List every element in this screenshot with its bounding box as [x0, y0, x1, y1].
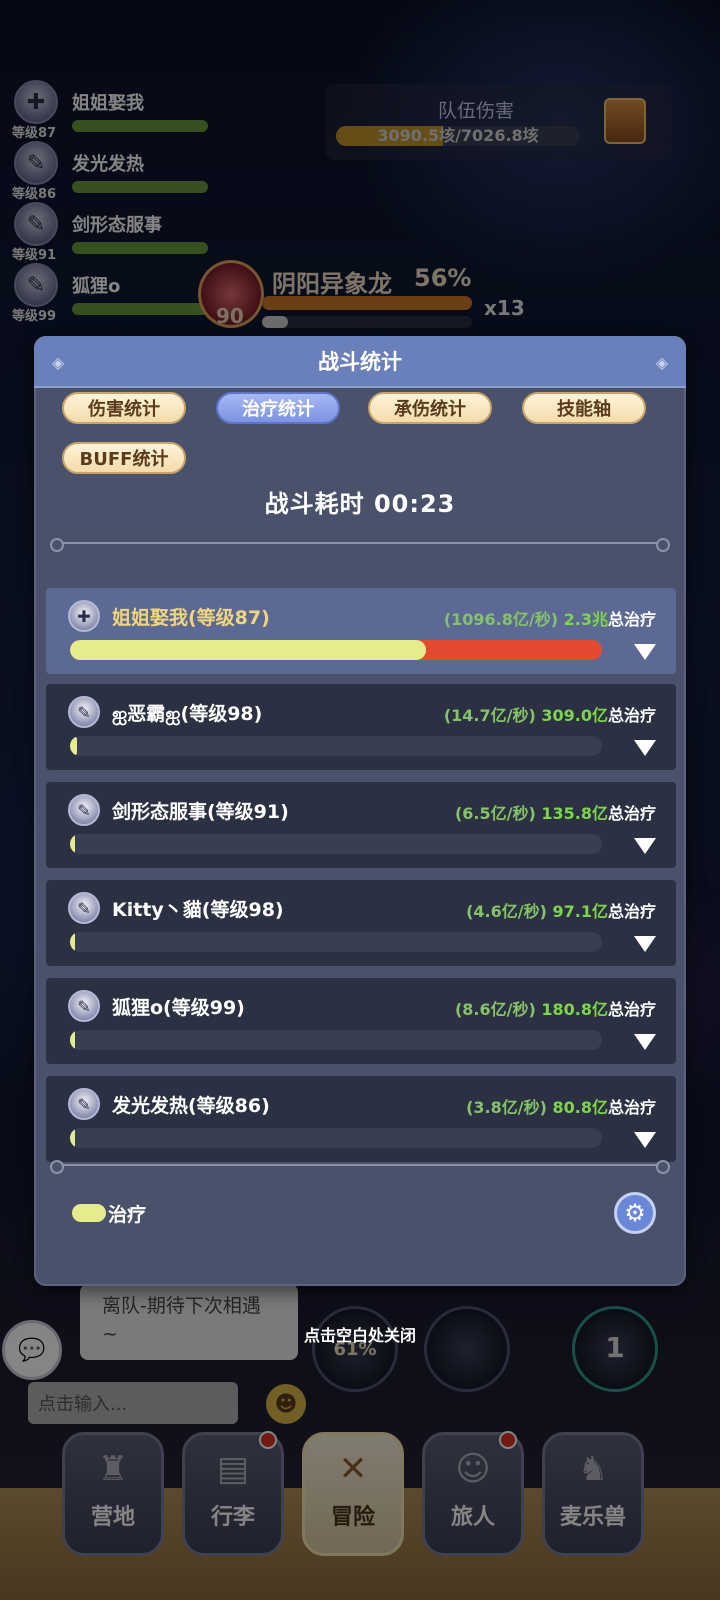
heal-rate: (14.7亿/秒) [443, 706, 536, 725]
diamond-ornament-icon: ◈ [655, 352, 669, 372]
cross-shield-icon: ✚ [68, 600, 100, 632]
heal-stat-row[interactable]: ✚ 姐姐娶我(等级87) (1096.8亿/秒) 2.3兆总治疗 [46, 588, 676, 674]
heal-bar [70, 932, 602, 952]
heal-stat: (3.8亿/秒) 80.8亿总治疗 [466, 1094, 656, 1118]
dialog-title: 战斗统计 [318, 350, 402, 374]
expand-arrow-icon[interactable] [634, 740, 656, 756]
tab-heal-stats[interactable]: 治疗统计 [216, 392, 340, 424]
staff-icon: ✎ [68, 1088, 100, 1120]
heal-total-suffix: 总治疗 [607, 1098, 656, 1117]
heal-bar-fill [70, 736, 77, 756]
legend-heal-label: 治疗 [108, 1204, 147, 1226]
heal-stat-row[interactable]: ✎ 狐狸o(等级99) (8.6亿/秒) 180.8亿总治疗 [46, 978, 676, 1064]
heal-rate: (4.6亿/秒) [466, 902, 547, 921]
expand-arrow-icon[interactable] [634, 936, 656, 952]
heal-stat: (8.6亿/秒) 180.8亿总治疗 [455, 996, 656, 1020]
tab-damage-stats[interactable]: 伤害统计 [62, 392, 186, 424]
staff-icon: ✎ [68, 696, 100, 728]
heal-total: 135.8亿 [541, 804, 608, 823]
tab-buff-stats[interactable]: BUFF统计 [62, 442, 186, 474]
heal-rate: (6.5亿/秒) [454, 804, 536, 823]
heal-total: 97.1亿 [552, 902, 608, 921]
expand-arrow-icon[interactable] [634, 1132, 656, 1148]
legend-heal-swatch [72, 1204, 106, 1222]
dialog-header: ◈ 战斗统计 ◈ [34, 336, 686, 388]
player-name: 狐狸o(等级99) [112, 997, 245, 1019]
battle-duration-label: 战斗耗时 [264, 490, 365, 518]
heal-bar-fill [70, 834, 76, 854]
player-name: 发光发热(等级86) [112, 1095, 270, 1117]
heal-stat-row[interactable]: ✎ ஐ恶霸ஐ(等级98) (14.7亿/秒) 309.0亿总治疗 [46, 684, 676, 770]
player-name: 剑形态服事(等级91) [112, 801, 289, 823]
heal-stat: (1096.8亿/秒) 2.3兆总治疗 [444, 606, 656, 630]
heal-bar-fill [70, 1030, 76, 1050]
heal-rate: (1096.8亿/秒) [443, 610, 559, 629]
heal-bar-fill [70, 1128, 76, 1148]
heal-stat-row[interactable]: ✎ 发光发热(等级86) (3.8亿/秒) 80.8亿总治疗 [46, 1076, 676, 1162]
heal-total-suffix: 总治疗 [607, 610, 656, 629]
player-name: Kitty丶貓(等级98) [112, 899, 284, 921]
expand-arrow-icon[interactable] [634, 644, 656, 660]
heal-bar [70, 640, 602, 660]
battle-duration-value: 00:23 [373, 490, 456, 518]
heal-total: 80.8亿 [552, 1098, 608, 1117]
close-hint: 点击空白处关闭 [303, 1326, 416, 1345]
heal-bar [70, 736, 602, 756]
heal-bar [70, 1128, 602, 1148]
heal-stat-row[interactable]: ✎ Kitty丶貓(等级98) (4.6亿/秒) 97.1亿总治疗 [46, 880, 676, 966]
staff-icon: ✎ [68, 892, 100, 924]
heal-bar [70, 1030, 602, 1050]
heal-total: 309.0亿 [541, 706, 608, 725]
battle-duration: 战斗耗时 00:23 [34, 484, 686, 519]
heal-total-suffix: 总治疗 [607, 706, 656, 725]
divider [50, 538, 670, 552]
expand-arrow-icon[interactable] [634, 838, 656, 854]
player-name: 姐姐娶我(等级87) [112, 607, 270, 629]
gear-icon[interactable]: ⚙ [614, 1192, 656, 1234]
staff-icon: ✎ [68, 990, 100, 1022]
staff-icon: ✎ [68, 794, 100, 826]
heal-bar-fill [70, 640, 427, 660]
tab-skill-timeline[interactable]: 技能轴 [522, 392, 646, 424]
heal-bar [70, 834, 602, 854]
heal-total: 180.8亿 [541, 1000, 608, 1019]
heal-stat: (4.6亿/秒) 97.1亿总治疗 [466, 898, 656, 922]
heal-total: 2.3兆 [563, 610, 608, 629]
heal-rate: (3.8亿/秒) [466, 1098, 547, 1117]
expand-arrow-icon[interactable] [634, 1034, 656, 1050]
heal-total-suffix: 总治疗 [607, 1000, 656, 1019]
heal-bar-fill [70, 932, 76, 952]
divider [50, 1160, 670, 1174]
heal-stat: (14.7亿/秒) 309.0亿总治疗 [444, 702, 656, 726]
heal-stat-row[interactable]: ✎ 剑形态服事(等级91) (6.5亿/秒) 135.8亿总治疗 [46, 782, 676, 868]
player-name: ஐ恶霸ஐ(等级98) [112, 703, 263, 725]
battle-stats-dialog: ◈ 战斗统计 ◈ 伤害统计 治疗统计 承伤统计 技能轴 BUFF统计 战斗耗时 … [34, 336, 686, 1286]
heal-total-suffix: 总治疗 [607, 902, 656, 921]
heal-stat: (6.5亿/秒) 135.8亿总治疗 [455, 800, 656, 824]
tab-damage-taken-stats[interactable]: 承伤统计 [368, 392, 492, 424]
heal-total-suffix: 总治疗 [607, 804, 656, 823]
heal-rate: (8.6亿/秒) [454, 1000, 536, 1019]
